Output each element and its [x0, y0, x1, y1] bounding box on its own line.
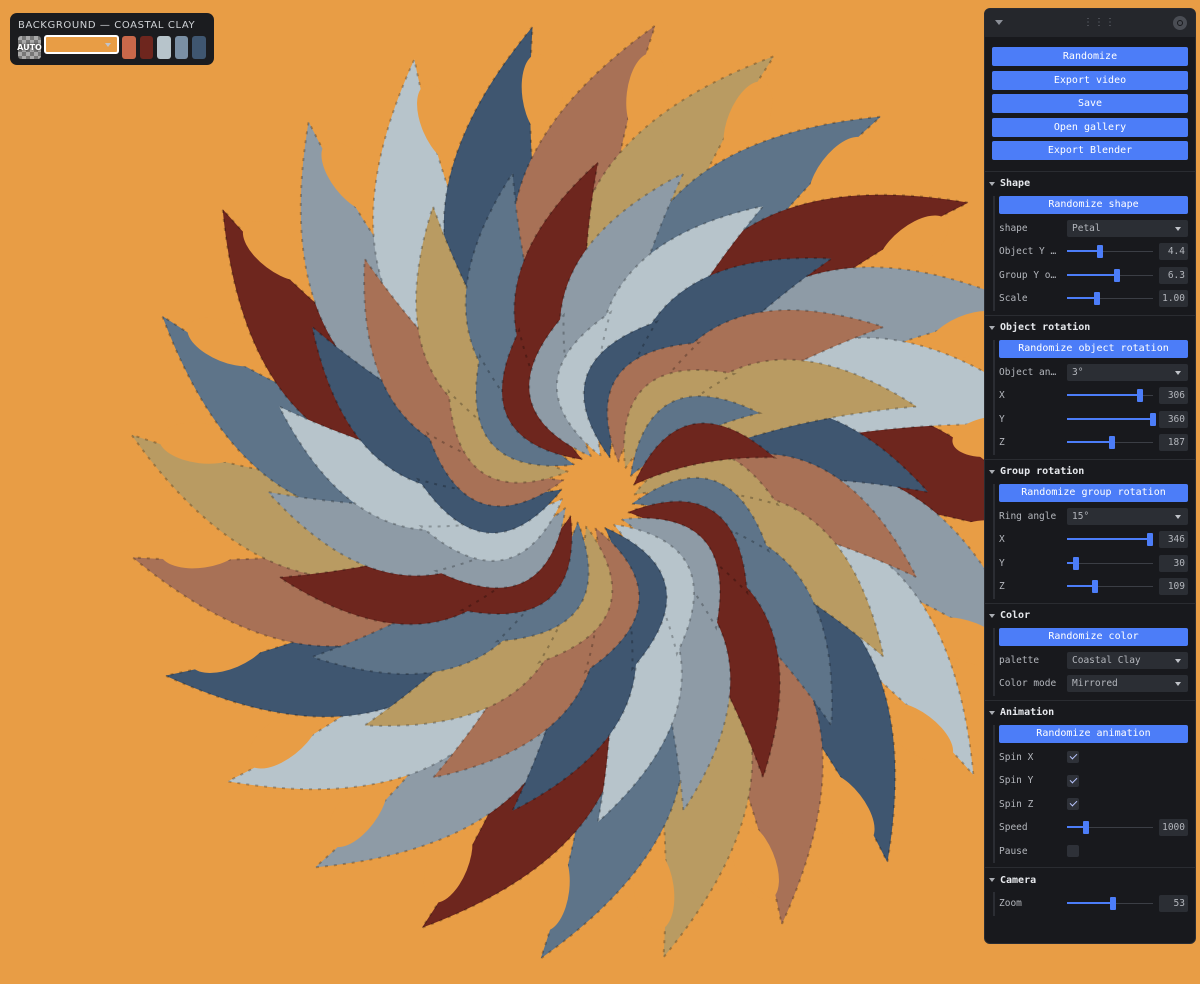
- randomize-animation-button[interactable]: Randomize animation: [999, 724, 1188, 743]
- swatch-oxblood[interactable]: [139, 36, 154, 59]
- spin-x-checkbox[interactable]: [1067, 751, 1079, 764]
- chevron-down-icon: [989, 878, 995, 882]
- speed-control: Speed 1000: [999, 816, 1188, 840]
- group-rot-y-slider[interactable]: [1067, 555, 1153, 572]
- randomize-button[interactable]: Randomize: [992, 47, 1188, 66]
- group-y-value[interactable]: 6.3: [1159, 266, 1188, 284]
- search-icon[interactable]: [1173, 16, 1187, 30]
- folder-camera: Camera Zoom 53: [985, 868, 1195, 920]
- group-rot-y-value[interactable]: 30: [1159, 554, 1188, 572]
- folder-object-rotation-header[interactable]: Object rotation: [985, 316, 1195, 340]
- spin-x-control: Spin X: [999, 746, 1188, 770]
- group-y-slider[interactable]: [1067, 267, 1153, 284]
- folder-animation-header[interactable]: Animation: [985, 701, 1195, 725]
- zoom-value[interactable]: 53: [1159, 895, 1188, 913]
- zoom-control: Zoom 53: [999, 892, 1188, 916]
- group-rot-y-control: Y 30: [999, 552, 1188, 576]
- randomize-color-button[interactable]: Randomize color: [999, 627, 1188, 646]
- background-swatches: AUTO: [17, 35, 207, 59]
- group-y-control: Group Y o… 6.3: [999, 264, 1188, 288]
- shape-select[interactable]: Petal: [1067, 219, 1188, 237]
- center-hole: [562, 456, 634, 528]
- export-video-button[interactable]: Export video: [992, 70, 1188, 90]
- object-y-control: Object Y … 4.4: [999, 240, 1188, 264]
- object-angle-control: Object an… 3°: [999, 361, 1188, 385]
- folder-animation: Animation Randomize animation Spin X Spi…: [985, 701, 1195, 868]
- folder-color: Color Randomize color palette Coastal Cl…: [985, 604, 1195, 701]
- scale-control: Scale 1.00: [999, 287, 1188, 311]
- color-mode-select[interactable]: Mirrored: [1067, 675, 1188, 693]
- chevron-down-icon: [989, 181, 995, 186]
- pause-checkbox[interactable]: [1067, 845, 1079, 858]
- pause-control: Pause: [999, 840, 1188, 864]
- swatch-slate-blue[interactable]: [174, 36, 189, 59]
- swatch-terracotta[interactable]: [122, 36, 136, 59]
- spin-y-control: Spin Y: [999, 769, 1188, 793]
- shape-control: shape Petal: [999, 217, 1188, 241]
- object-rot-x-slider[interactable]: [1067, 387, 1153, 404]
- folder-color-header[interactable]: Color: [985, 604, 1195, 628]
- object-rot-y-control: Y 360: [999, 408, 1188, 432]
- action-buttons: Randomize Export video Save Open gallery…: [985, 37, 1195, 172]
- randomize-shape-button[interactable]: Randomize shape: [999, 195, 1188, 214]
- folder-group-rotation: Group rotation Randomize group rotation …: [985, 460, 1195, 604]
- object-rot-y-value[interactable]: 360: [1159, 410, 1188, 428]
- folder-shape-header[interactable]: Shape: [985, 172, 1195, 196]
- group-rot-z-value[interactable]: 109: [1159, 578, 1188, 596]
- group-rot-x-value[interactable]: 346: [1159, 531, 1188, 549]
- ring-angle-control: Ring angle 15°: [999, 505, 1188, 529]
- open-gallery-button[interactable]: Open gallery: [992, 117, 1188, 137]
- speed-value[interactable]: 1000: [1159, 819, 1188, 837]
- spin-z-control: Spin Z: [999, 793, 1188, 817]
- group-rot-z-control: Z 109: [999, 575, 1188, 599]
- palette-select[interactable]: Coastal Clay: [1067, 651, 1188, 669]
- swatch-auto[interactable]: AUTO: [17, 36, 42, 59]
- petal-flower: [128, 22, 985, 962]
- object-rot-y-slider[interactable]: [1067, 411, 1156, 428]
- folder-camera-header[interactable]: Camera: [985, 868, 1195, 892]
- scale-value[interactable]: 1.00: [1159, 290, 1188, 308]
- palette-control: palette Coastal Clay: [999, 649, 1188, 673]
- chevron-down-icon: [989, 710, 995, 715]
- drag-handle-icon[interactable]: ⋮⋮⋮: [1083, 17, 1116, 28]
- ring-angle-select[interactable]: 15°: [1067, 507, 1188, 525]
- object-angle-select[interactable]: 3°: [1067, 363, 1188, 381]
- chevron-down-icon: [989, 325, 995, 330]
- generative-artwork-canvas[interactable]: [0, 0, 985, 984]
- group-rot-x-control: X 346: [999, 528, 1188, 552]
- control-panel: ⋮⋮⋮ Randomize Export video Save Open gal…: [984, 8, 1196, 944]
- object-y-slider[interactable]: [1067, 243, 1153, 260]
- speed-slider[interactable]: [1067, 819, 1153, 836]
- export-blender-button[interactable]: Export Blender: [992, 141, 1188, 160]
- chevron-down-icon: [989, 469, 995, 474]
- randomize-group-rotation-button[interactable]: Randomize group rotation: [999, 483, 1188, 502]
- object-rot-x-value[interactable]: 306: [1159, 387, 1188, 405]
- folder-object-rotation: Object rotation Randomize object rotatio…: [985, 316, 1195, 460]
- swatch-orange[interactable]: [43, 35, 120, 54]
- collapse-icon[interactable]: [995, 20, 1003, 25]
- swatch-navy-slate[interactable]: [192, 36, 207, 59]
- spin-z-checkbox[interactable]: [1067, 798, 1079, 811]
- object-rot-z-control: Z 187: [999, 431, 1188, 455]
- swatch-pale-blue[interactable]: [157, 36, 171, 59]
- color-mode-control: Color mode Mirrored: [999, 672, 1188, 696]
- group-rot-z-slider[interactable]: [1067, 578, 1153, 595]
- zoom-slider[interactable]: [1067, 895, 1153, 912]
- save-button[interactable]: Save: [992, 94, 1188, 113]
- object-rot-z-slider[interactable]: [1067, 434, 1153, 451]
- panel-titlebar[interactable]: ⋮⋮⋮: [985, 9, 1195, 37]
- chevron-down-icon: [989, 613, 995, 618]
- randomize-object-rotation-button[interactable]: Randomize object rotation: [999, 339, 1188, 358]
- spin-y-checkbox[interactable]: [1067, 774, 1079, 787]
- group-rot-x-slider[interactable]: [1067, 531, 1153, 548]
- scale-slider[interactable]: [1067, 290, 1153, 307]
- folder-shape: Shape Randomize shape shape Petal Object…: [985, 172, 1195, 316]
- object-rot-x-control: X 306: [999, 384, 1188, 408]
- folder-group-rotation-header[interactable]: Group rotation: [985, 460, 1195, 484]
- background-title: BACKGROUND — COASTAL CLAY: [18, 20, 196, 31]
- object-rot-z-value[interactable]: 187: [1159, 434, 1188, 452]
- background-picker: BACKGROUND — COASTAL CLAY AUTO: [10, 13, 214, 65]
- object-y-value[interactable]: 4.4: [1159, 243, 1188, 261]
